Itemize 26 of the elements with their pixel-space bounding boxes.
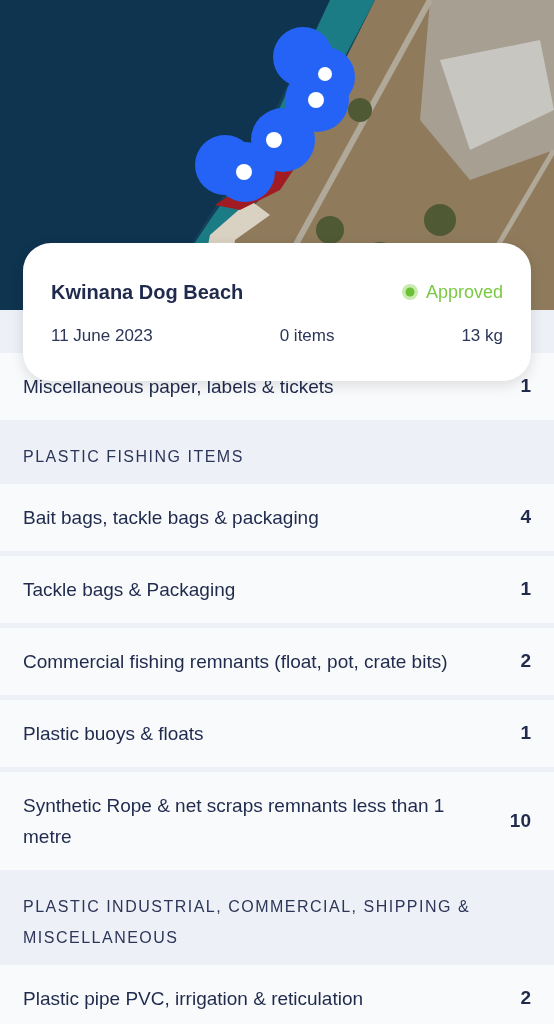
- item-count: 2: [520, 649, 531, 674]
- item-row[interactable]: Tackle bags & Packaging 1: [0, 556, 554, 623]
- item-label: Bait bags, tackle bags & packaging: [23, 506, 319, 530]
- item-row[interactable]: Plastic buoys & floats 1: [0, 700, 554, 767]
- item-row[interactable]: Commercial fishing remnants (float, pot, crate bits) 2: [0, 628, 554, 695]
- item-count: 10: [509, 808, 531, 833]
- status-label: Approved: [425, 280, 503, 304]
- item-count: 4: [520, 505, 531, 530]
- site-name: Kwinana Dog Beach: [51, 280, 244, 305]
- item-label: Plastic pipe PVC, irrigation & reticulation: [23, 987, 364, 1011]
- item-label: Commercial fishing remnants (float, pot, crate bits): [23, 650, 448, 674]
- item-row[interactable]: Synthetic Rope & net scraps remnants less than 1 metre 10: [0, 772, 554, 870]
- item-row[interactable]: Plastic pipe PVC, irrigation & reticulation 2: [0, 965, 554, 1024]
- items-count: 0 items: [279, 325, 335, 347]
- item-row[interactable]: Bait bags, tackle bags & packaging 4: [0, 484, 554, 551]
- item-count: 1: [520, 721, 531, 746]
- weight-text: 13 kg: [461, 325, 503, 347]
- item-label: Synthetic Rope & net scraps remnants less than 1 metre: [23, 794, 446, 849]
- date-text: 11 June 2023: [51, 325, 153, 347]
- item-count: 2: [520, 986, 531, 1011]
- item-label: Plastic buoys & floats: [23, 722, 204, 746]
- item-count: 1: [520, 577, 531, 602]
- section-header: PLASTIC FISHING ITEMS: [22, 447, 245, 467]
- status-dot-icon: [401, 284, 418, 300]
- section-header: PLASTIC INDUSTRIAL, COMMERCIAL, SHIPPING & MISCELLANEOUS: [22, 897, 472, 948]
- item-label: Tackle bags & Packaging: [23, 578, 236, 602]
